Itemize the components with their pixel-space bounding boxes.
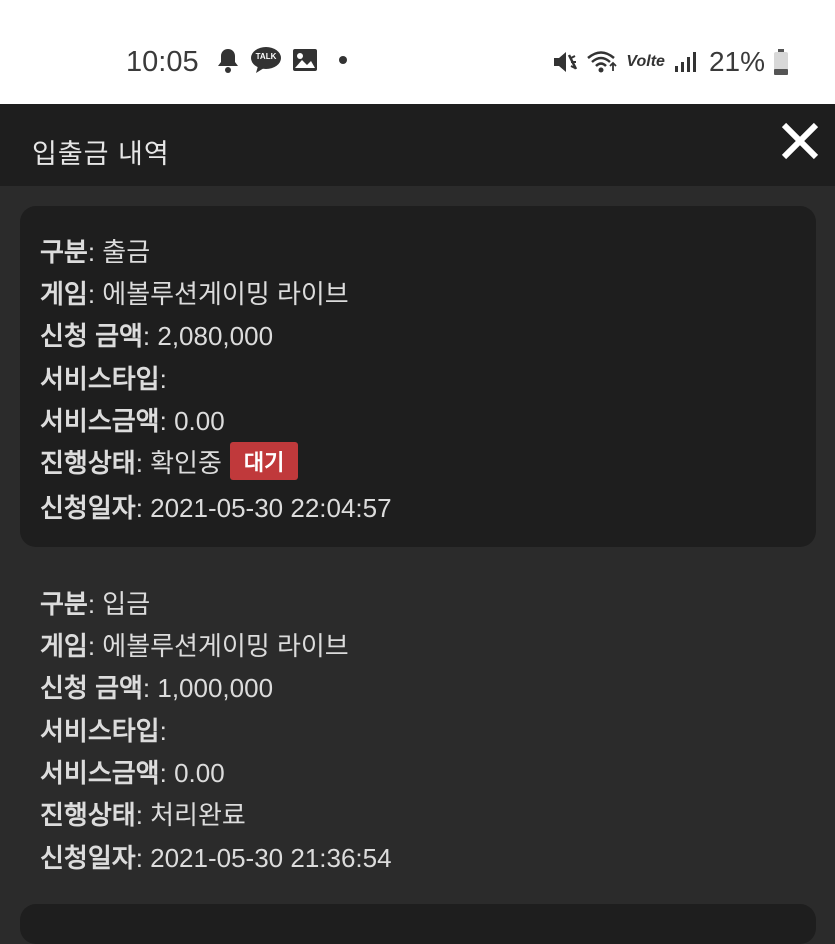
record-service-amount-row: 서비스금액: 0.00 xyxy=(40,406,225,436)
record-game-value: 에볼루션게이밍 라이브 xyxy=(102,279,349,309)
record-amount-row: 신청 금액: 1,000,000 xyxy=(40,673,274,703)
status-bar: 10:05 TALK Volte 21% xyxy=(0,0,835,104)
record-status-value: 처리완료 xyxy=(150,800,246,830)
record-amount-row: 신청 금액: 2,080,000 xyxy=(40,321,274,351)
page-title: 입출금 내역 xyxy=(32,139,170,169)
close-icon xyxy=(781,122,819,160)
record-service-amount-label: 서비스금액 xyxy=(40,758,160,788)
status-badge: 대기 xyxy=(229,442,299,480)
record-amount-value: 2,080,000 xyxy=(157,321,274,351)
record-game-row: 게임: 에볼루션게이밍 라이브 xyxy=(40,631,349,661)
dot-icon xyxy=(338,55,348,65)
record-type-value: 입금 xyxy=(102,589,151,619)
record-amount-label: 신청 금액 xyxy=(40,321,143,351)
record-status-label: 진행상태 xyxy=(40,800,136,830)
record-service-amount-label: 서비스금액 xyxy=(40,406,160,436)
record-game-value: 에볼루션게이밍 라이브 xyxy=(102,631,349,661)
record-date-row: 신청일자: 2021-05-30 22:04:57 xyxy=(40,493,392,523)
transaction-card-partial xyxy=(20,904,816,944)
record-type-row: 구분: 입금 xyxy=(40,589,151,619)
transaction-card: 구분: 입금 게임: 에볼루션게이밍 라이브 신청 금액: 1,000,000 … xyxy=(20,556,816,886)
record-service-amount-value: 0.00 xyxy=(174,406,225,436)
signal-icon xyxy=(673,50,697,74)
record-service-amount-row: 서비스금액: 0.00 xyxy=(40,758,225,788)
record-amount-value: 1,000,000 xyxy=(157,673,274,703)
record-status-row: 진행상태: 확인중 대기 xyxy=(40,442,299,480)
record-status-row: 진행상태: 처리완료 xyxy=(40,800,246,830)
record-date-value: 2021-05-30 22:04:57 xyxy=(150,493,392,523)
status-time: 10:05 xyxy=(126,46,199,78)
mute-icon xyxy=(552,49,578,75)
image-icon xyxy=(292,48,318,72)
status-left-icons: TALK xyxy=(216,46,348,74)
record-type-value: 출금 xyxy=(102,237,151,267)
battery-percent: 21% xyxy=(708,46,765,77)
volte-label: Volte xyxy=(626,53,665,70)
record-amount-label: 신청 금액 xyxy=(40,673,143,703)
record-service-type-label: 서비스타입 xyxy=(40,716,160,746)
record-type-row: 구분: 출금 xyxy=(40,237,151,267)
record-service-amount-value: 0.00 xyxy=(174,758,225,788)
record-type-label: 구분 xyxy=(40,237,88,267)
record-date-value: 2021-05-30 21:36:54 xyxy=(150,843,392,873)
close-button[interactable] xyxy=(779,120,821,162)
record-game-label: 게임 xyxy=(40,279,88,309)
transaction-card: 구분: 출금 게임: 에볼루션게이밍 라이브 신청 금액: 2,080,000 … xyxy=(20,206,816,547)
record-date-label: 신청일자 xyxy=(40,493,136,523)
record-game-row: 게임: 에볼루션게이밍 라이브 xyxy=(40,279,349,309)
record-date-row: 신청일자: 2021-05-30 21:36:54 xyxy=(40,843,392,873)
status-right-icons: Volte 21% xyxy=(552,46,789,78)
kakaotalk-label: TALK xyxy=(255,52,277,61)
record-service-type-label: 서비스타입 xyxy=(40,364,160,394)
battery-icon xyxy=(773,48,789,76)
record-date-label: 신청일자 xyxy=(40,843,136,873)
bell-icon xyxy=(216,47,240,73)
record-service-type-row: 서비스타입: xyxy=(40,716,167,746)
record-game-label: 게임 xyxy=(40,631,88,661)
wifi-icon xyxy=(586,49,618,75)
record-service-type-row: 서비스타입: xyxy=(40,364,167,394)
record-type-label: 구분 xyxy=(40,589,88,619)
record-status-value: 확인중 xyxy=(150,448,222,478)
kakaotalk-icon: TALK xyxy=(250,46,282,74)
modal-header: 입출금 내역 xyxy=(0,104,835,186)
record-status-label: 진행상태 xyxy=(40,448,136,478)
